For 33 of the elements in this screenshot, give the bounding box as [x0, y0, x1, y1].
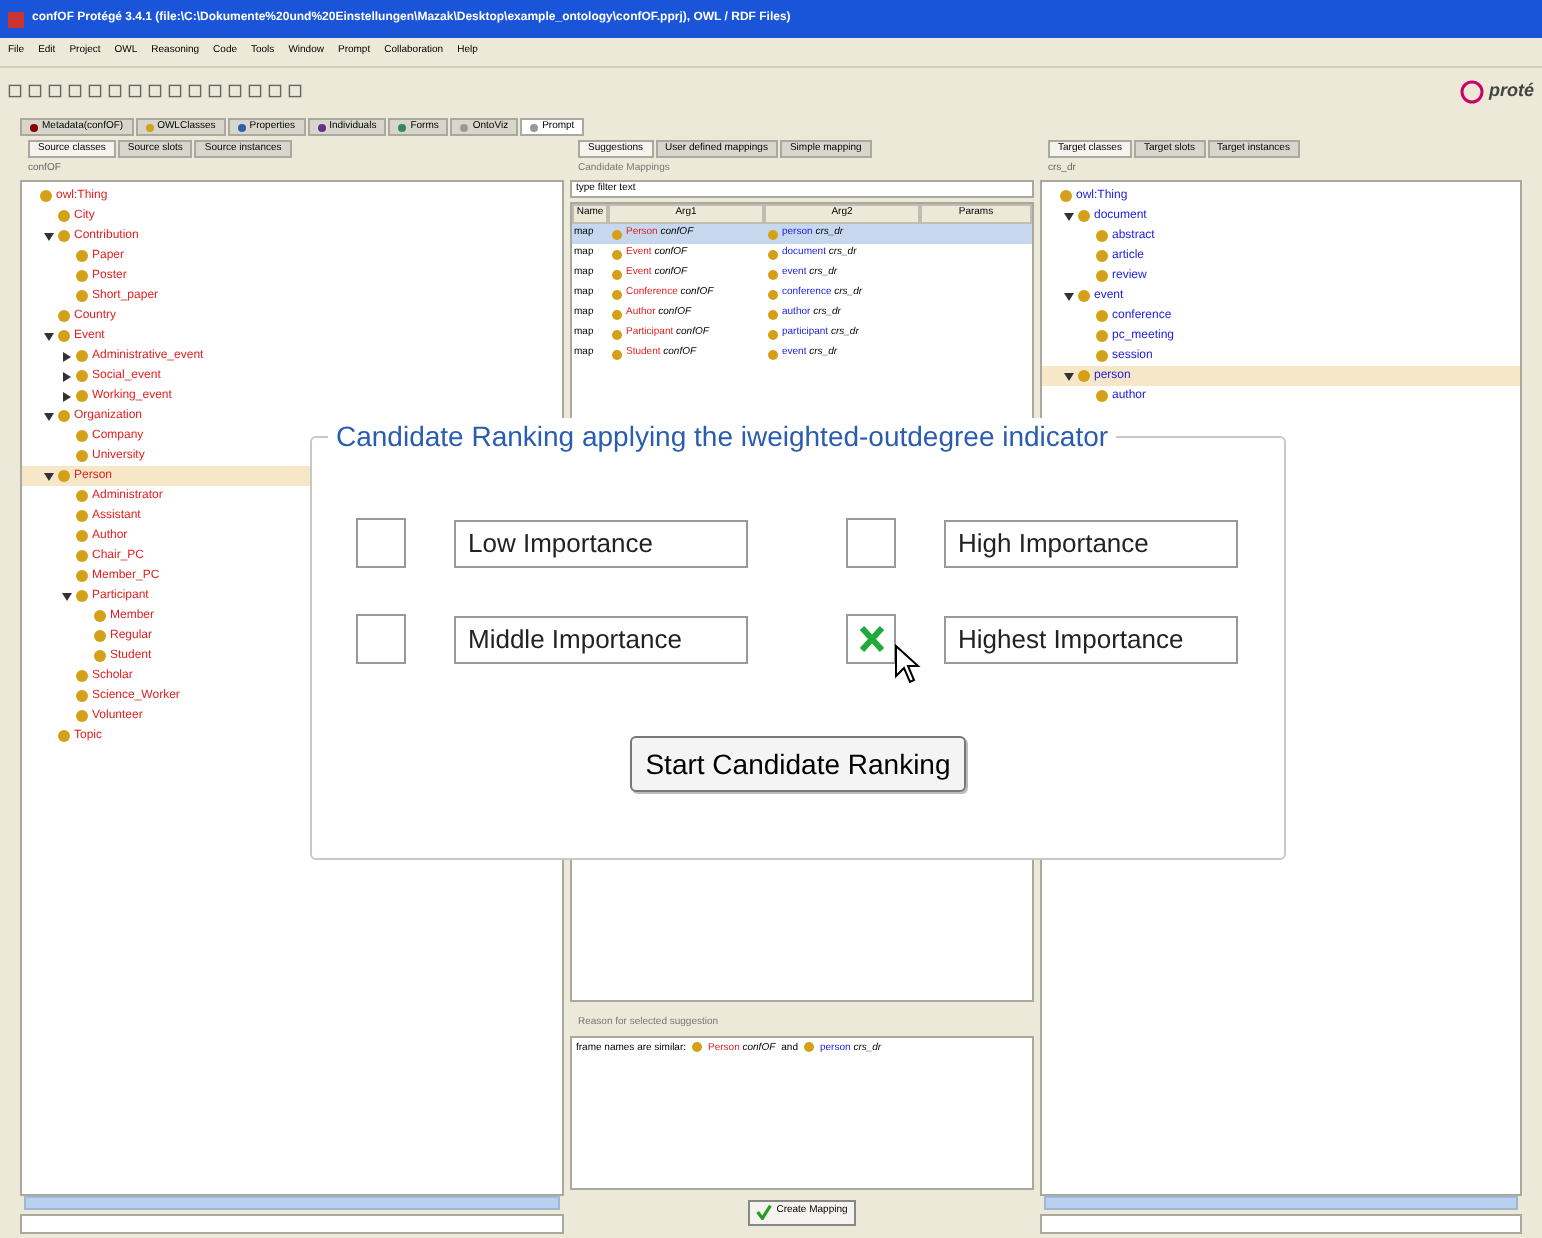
collapsed-triangle-icon[interactable]	[62, 351, 72, 361]
start-ranking-button[interactable]: Start Candidate Ranking	[629, 736, 967, 792]
expanded-triangle-icon[interactable]	[1064, 371, 1074, 381]
expanded-triangle-icon[interactable]	[44, 231, 54, 241]
logo-text: proté	[1489, 77, 1534, 104]
importance-checkbox[interactable]	[846, 614, 896, 664]
checkmark-icon	[756, 1204, 773, 1220]
collapsed-triangle-icon[interactable]	[62, 391, 72, 401]
importance-label: Low Importance	[454, 519, 748, 567]
expanded-triangle-icon[interactable]	[44, 471, 54, 481]
importance-label: Middle Importance	[454, 615, 748, 663]
expanded-triangle-icon[interactable]	[44, 331, 54, 341]
mouse-pointer-icon	[894, 644, 922, 684]
importance-checkbox[interactable]	[846, 518, 896, 568]
horizontal-scrollbar[interactable]	[1044, 1196, 1518, 1210]
cross-mark-icon	[857, 624, 885, 654]
importance-label: Highest Importance	[944, 615, 1238, 663]
collapsed-triangle-icon[interactable]	[62, 371, 72, 381]
expanded-triangle-icon[interactable]	[1064, 211, 1074, 221]
importance-checkbox[interactable]	[356, 614, 406, 664]
expanded-triangle-icon[interactable]	[44, 411, 54, 421]
logo-icon	[1459, 79, 1483, 103]
class-icon	[804, 1042, 814, 1052]
importance-checkbox[interactable]	[356, 518, 406, 568]
expanded-triangle-icon[interactable]	[62, 591, 72, 601]
importance-label: High Importance	[944, 519, 1238, 567]
search-field[interactable]	[1040, 1214, 1522, 1234]
class-icon	[692, 1042, 703, 1052]
search-field[interactable]	[20, 1214, 564, 1234]
horizontal-scrollbar[interactable]	[24, 1196, 560, 1210]
app-icon	[8, 11, 24, 27]
expanded-triangle-icon[interactable]	[1064, 291, 1074, 301]
dialog-title: Candidate Ranking applying the iweighted-outdegree indicator	[328, 418, 1117, 454]
